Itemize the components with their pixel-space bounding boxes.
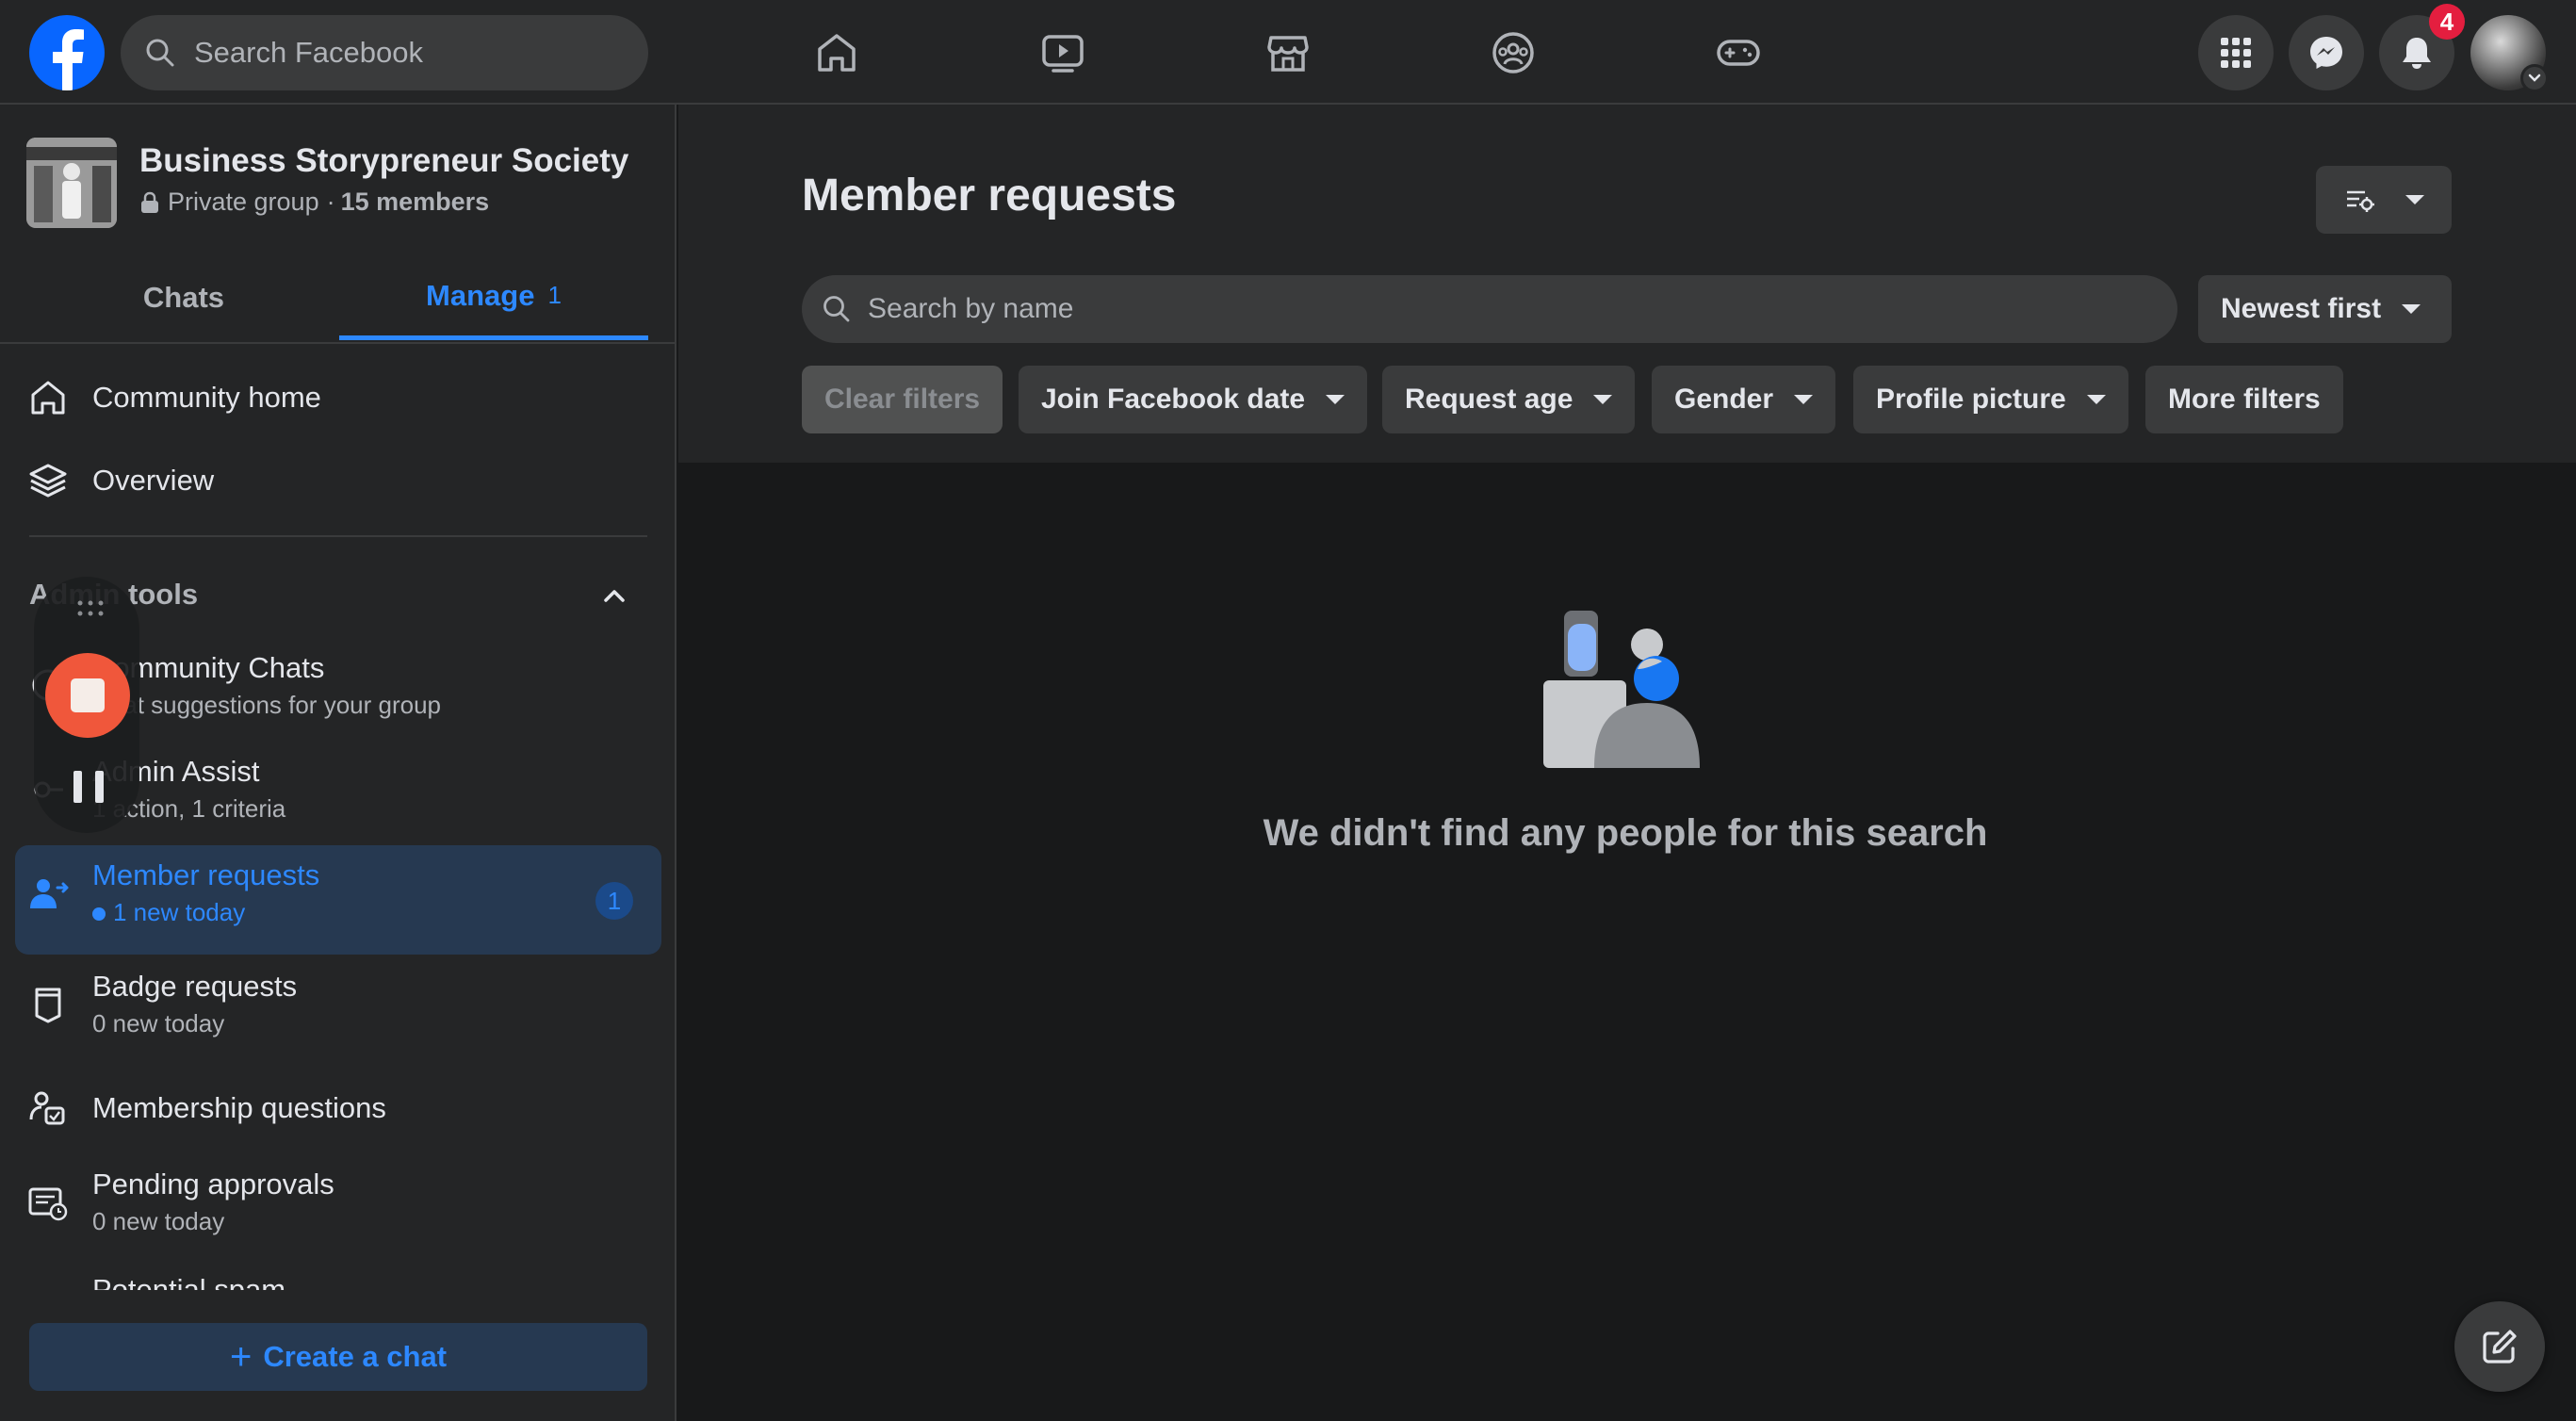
sidebar-item-label: Community Chats bbox=[92, 651, 325, 684]
sort-dropdown[interactable]: Newest first bbox=[2198, 275, 2452, 343]
chip-label: Gender bbox=[1674, 384, 1774, 415]
search-icon bbox=[823, 296, 850, 322]
sidebar-item-sublabel: 1 new today bbox=[92, 898, 319, 927]
chip-label: Clear filters bbox=[824, 384, 981, 415]
gender-filter[interactable]: Gender bbox=[1652, 366, 1836, 433]
tab-chats[interactable]: Chats bbox=[26, 255, 341, 340]
empty-state-message: We didn't find any people for this searc… bbox=[1263, 812, 1988, 854]
profile-picture-filter[interactable]: Profile picture bbox=[1853, 366, 2128, 433]
member-requests-count-badge: 1 bbox=[595, 882, 633, 920]
add-person-icon bbox=[26, 872, 70, 915]
sidebar-item-sublabel: 0 new today bbox=[92, 1207, 225, 1235]
plus-icon: + bbox=[229, 1335, 253, 1378]
chip-label: Request age bbox=[1405, 384, 1573, 415]
drag-handle-icon[interactable] bbox=[75, 597, 106, 620]
more-filters-button[interactable]: More filters bbox=[2145, 366, 2343, 433]
sidebar-item-membership-questions[interactable]: Membership questions bbox=[26, 1086, 386, 1130]
menu-grid-icon[interactable] bbox=[2198, 15, 2274, 90]
sidebar-item-label: Community home bbox=[92, 381, 321, 414]
request-age-filter[interactable]: Request age bbox=[1382, 366, 1636, 433]
gaming-icon[interactable] bbox=[1706, 21, 1770, 85]
sidebar-item-label: Overview bbox=[92, 464, 215, 497]
sidebar-item-pending-approvals[interactable]: Pending approvals 0 new today bbox=[26, 1168, 334, 1236]
group-members-count[interactable]: 15 members bbox=[341, 188, 490, 217]
pause-icon-bar bbox=[73, 771, 82, 803]
settings-menu-button[interactable] bbox=[2316, 166, 2452, 234]
facebook-logo-icon[interactable] bbox=[29, 15, 105, 90]
layers-icon bbox=[26, 459, 70, 502]
sidebar-item-member-requests-content[interactable]: Member requests 1 new today bbox=[26, 858, 319, 927]
compose-icon bbox=[2483, 1330, 2517, 1364]
member-requests-new-today: 1 new today bbox=[113, 898, 246, 926]
join-facebook-date-filter[interactable]: Join Facebook date bbox=[1019, 366, 1368, 433]
page-title: Member requests bbox=[802, 171, 1177, 220]
sidebar-item-label: Membership questions bbox=[92, 1091, 386, 1124]
sidebar-item-label: Member requests bbox=[92, 858, 320, 891]
chevron-up-icon[interactable] bbox=[594, 576, 635, 617]
groups-icon[interactable] bbox=[1481, 21, 1545, 85]
sidebar-item-label: Pending approvals bbox=[92, 1168, 334, 1200]
new-message-button[interactable] bbox=[2454, 1301, 2545, 1392]
pending-icon bbox=[26, 1181, 70, 1224]
caret-down-icon bbox=[2402, 304, 2421, 314]
sidebar-item-community-home[interactable]: Community home bbox=[26, 376, 321, 419]
chip-label: Profile picture bbox=[1876, 384, 2066, 415]
caret-down-icon bbox=[2086, 395, 2106, 404]
pause-icon-bar bbox=[95, 771, 104, 803]
no-people-illustration bbox=[1543, 611, 1700, 768]
caret-down-icon bbox=[1794, 395, 1814, 404]
settings-list-icon bbox=[2346, 190, 2374, 212]
tabs-divider bbox=[0, 342, 675, 344]
sort-label: Newest first bbox=[2221, 293, 2382, 324]
sidebar-divider bbox=[29, 535, 647, 537]
tab-manage-label: Manage bbox=[426, 278, 535, 312]
badge-icon bbox=[26, 983, 70, 1026]
sidebar-item-sublabel: Chat suggestions for your group bbox=[92, 691, 441, 719]
messenger-icon[interactable] bbox=[2289, 15, 2364, 90]
create-chat-label: Create a chat bbox=[263, 1340, 448, 1373]
search-placeholder: Search Facebook bbox=[194, 36, 423, 69]
clear-filters-button[interactable]: Clear filters bbox=[802, 366, 1003, 433]
group-privacy: Private group bbox=[168, 188, 319, 216]
group-name[interactable]: Business Storypreneur Society bbox=[139, 142, 628, 180]
pause-recording-button[interactable] bbox=[73, 771, 104, 803]
group-meta: Private group · 15 members bbox=[139, 188, 489, 217]
sidebar-item-sublabel: 0 new today bbox=[92, 1009, 225, 1037]
facebook-search-input[interactable]: Search Facebook bbox=[121, 15, 648, 90]
home-outline-icon bbox=[26, 376, 70, 419]
tab-chats-label: Chats bbox=[142, 281, 225, 314]
new-indicator-dot bbox=[92, 907, 106, 922]
video-icon[interactable] bbox=[1031, 21, 1095, 85]
caret-down-icon bbox=[2405, 195, 2424, 204]
group-cover-thumbnail[interactable] bbox=[26, 138, 117, 228]
create-chat-button[interactable]: + Create a chat bbox=[29, 1323, 647, 1391]
sidebar-item-label: Badge requests bbox=[92, 970, 298, 1003]
caret-down-icon bbox=[1593, 395, 1613, 404]
search-by-name-input[interactable]: Search by name bbox=[802, 275, 2177, 343]
tab-manage[interactable]: Manage 1 bbox=[339, 255, 648, 340]
notifications-count-badge: 4 bbox=[2429, 4, 2465, 40]
chip-label: More filters bbox=[2168, 384, 2321, 415]
sidebar-item-overview[interactable]: Overview bbox=[26, 459, 214, 502]
search-icon bbox=[146, 39, 174, 67]
top-navigation-bar: Search Facebook 4 bbox=[0, 0, 2576, 105]
search-by-name-placeholder: Search by name bbox=[868, 293, 1074, 324]
caret-down-icon bbox=[1326, 395, 1345, 404]
lock-icon bbox=[141, 191, 158, 213]
questions-icon bbox=[26, 1086, 70, 1130]
sidebar-item-badge-requests[interactable]: Badge requests 0 new today bbox=[26, 970, 297, 1038]
home-icon[interactable] bbox=[805, 21, 869, 85]
marketplace-icon[interactable] bbox=[1256, 21, 1320, 85]
stop-icon bbox=[71, 678, 105, 712]
stop-recording-button[interactable] bbox=[45, 653, 130, 738]
chip-label: Join Facebook date bbox=[1041, 384, 1306, 415]
group-meta-separator: · bbox=[326, 188, 335, 216]
chevron-down-icon[interactable] bbox=[2520, 64, 2549, 92]
tab-manage-count: 1 bbox=[547, 281, 562, 309]
